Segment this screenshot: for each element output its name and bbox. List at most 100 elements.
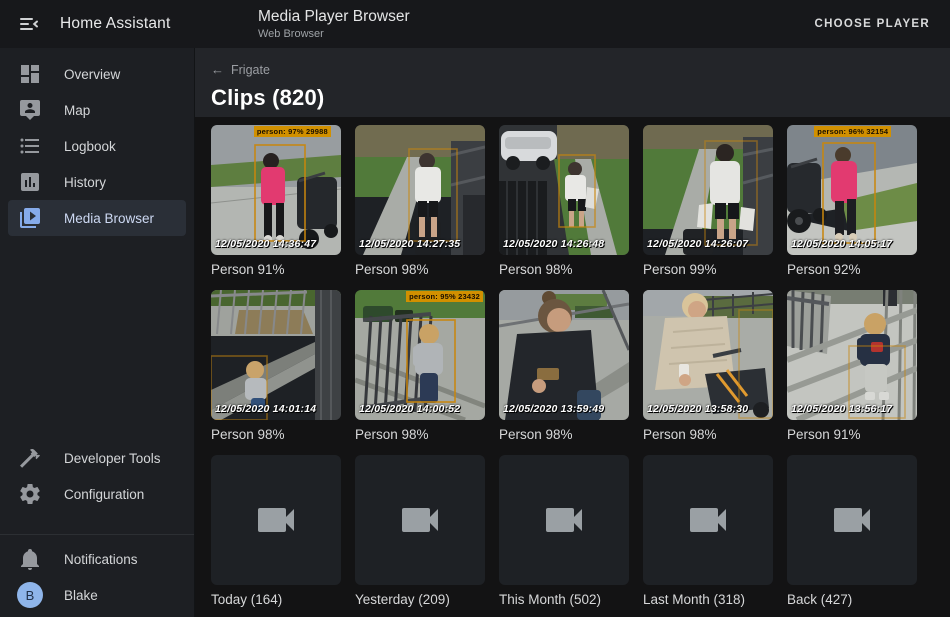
hammer-icon bbox=[18, 446, 42, 470]
clip-timestamp-overlay: 12/05/2020 14:26:48 bbox=[503, 238, 604, 250]
folder-thumbnail[interactable] bbox=[211, 455, 341, 585]
clip-caption: Person 91% bbox=[211, 262, 341, 277]
folder-thumbnail[interactable] bbox=[499, 455, 629, 585]
video-camera-icon bbox=[396, 496, 444, 544]
clip-scene-image bbox=[211, 125, 341, 255]
clip-caption: Person 91% bbox=[787, 427, 917, 442]
clip-thumbnail[interactable]: 12/05/2020 13:56:17 bbox=[787, 290, 917, 420]
clip-tile[interactable]: person: 97% 29988 12/05/2020 14:36:47 Pe… bbox=[211, 125, 341, 277]
video-camera-icon bbox=[540, 496, 588, 544]
clip-tile[interactable]: 12/05/2020 14:01:14 Person 98% bbox=[211, 290, 341, 442]
sidebar-item-media-browser[interactable]: Media Browser bbox=[8, 200, 186, 236]
chart-icon bbox=[18, 170, 42, 194]
clip-timestamp-overlay: 12/05/2020 14:01:14 bbox=[215, 403, 316, 415]
clip-scene-image bbox=[355, 290, 485, 420]
user-name: Blake bbox=[64, 588, 98, 603]
sidebar-item-notifications[interactable]: Notifications bbox=[8, 541, 186, 577]
clip-thumbnail[interactable]: 12/05/2020 14:27:35 bbox=[355, 125, 485, 255]
clip-scene-image bbox=[643, 290, 773, 420]
folder-tile[interactable]: Back (427) bbox=[787, 455, 917, 607]
sidebar-item-map[interactable]: Map bbox=[8, 92, 186, 128]
page-title: Media Player Browser bbox=[258, 8, 410, 26]
page-title-block: Media Player Browser Web Browser bbox=[258, 8, 410, 40]
clip-tile[interactable]: person: 96% 32154 12/05/2020 14:05:17 Pe… bbox=[787, 125, 917, 277]
back-arrow-icon: ← bbox=[211, 62, 224, 77]
folder-tile[interactable]: Last Month (318) bbox=[643, 455, 773, 607]
sidebar-item-logbook[interactable]: Logbook bbox=[8, 128, 186, 164]
clip-tile[interactable]: 12/05/2020 13:56:17 Person 91% bbox=[787, 290, 917, 442]
clip-timestamp-overlay: 12/05/2020 14:36:47 bbox=[215, 238, 316, 250]
sidebar: Overview Map Logbook History Media Brows… bbox=[0, 48, 195, 617]
clip-scene-image bbox=[355, 125, 485, 255]
clip-tile[interactable]: person: 95% 23432 12/05/2020 14:00:52 Pe… bbox=[355, 290, 485, 442]
clip-caption: Person 99% bbox=[643, 262, 773, 277]
sidebar-item-label: Map bbox=[64, 103, 90, 118]
clip-tile[interactable]: 12/05/2020 14:26:07 Person 99% bbox=[643, 125, 773, 277]
page-subtitle: Web Browser bbox=[258, 28, 410, 41]
app-bar: Home Assistant Media Player Browser Web … bbox=[0, 0, 950, 48]
sidebar-item-developer-tools[interactable]: Developer Tools bbox=[8, 440, 186, 476]
clip-caption: Person 98% bbox=[355, 427, 485, 442]
clip-thumbnail[interactable]: 12/05/2020 13:58:30 bbox=[643, 290, 773, 420]
clip-caption: Person 98% bbox=[643, 427, 773, 442]
folder-caption: Back (427) bbox=[787, 592, 917, 607]
clip-timestamp-overlay: 12/05/2020 14:00:52 bbox=[359, 403, 460, 415]
play-box-multiple-icon bbox=[18, 206, 42, 230]
clip-tile[interactable]: 12/05/2020 14:27:35 Person 98% bbox=[355, 125, 485, 277]
clip-thumbnail[interactable]: 12/05/2020 14:26:07 bbox=[643, 125, 773, 255]
choose-player-button[interactable]: CHOOSE PLAYER bbox=[808, 10, 936, 38]
sidebar-item-label: Overview bbox=[64, 67, 120, 82]
clip-thumbnail[interactable]: person: 95% 23432 12/05/2020 14:00:52 bbox=[355, 290, 485, 420]
sidebar-item-label: Configuration bbox=[64, 487, 144, 502]
clip-thumbnail[interactable]: 12/05/2020 14:26:48 bbox=[499, 125, 629, 255]
clip-timestamp-overlay: 12/05/2020 13:58:30 bbox=[647, 403, 748, 415]
detection-label: person: 96% 32154 bbox=[814, 126, 891, 137]
clip-scene-image bbox=[211, 290, 341, 420]
folder-thumbnail[interactable] bbox=[355, 455, 485, 585]
sidebar-item-configuration[interactable]: Configuration bbox=[8, 476, 186, 512]
clip-tile[interactable]: 12/05/2020 13:58:30 Person 98% bbox=[643, 290, 773, 442]
folder-thumbnail[interactable] bbox=[787, 455, 917, 585]
sidebar-item-overview[interactable]: Overview bbox=[8, 56, 186, 92]
clip-scene-image bbox=[499, 125, 629, 255]
clip-tile[interactable]: 12/05/2020 13:59:49 Person 98% bbox=[499, 290, 629, 442]
app-window: Home Assistant Media Player Browser Web … bbox=[0, 0, 950, 617]
breadcrumb-label: Frigate bbox=[231, 63, 270, 77]
sidebar-item-history[interactable]: History bbox=[8, 164, 186, 200]
clip-timestamp-overlay: 12/05/2020 14:05:17 bbox=[791, 238, 892, 250]
video-camera-icon bbox=[684, 496, 732, 544]
clip-thumbnail[interactable]: 12/05/2020 13:59:49 bbox=[499, 290, 629, 420]
clip-thumbnail[interactable]: person: 96% 32154 12/05/2020 14:05:17 bbox=[787, 125, 917, 255]
folder-tile[interactable]: Yesterday (209) bbox=[355, 455, 485, 607]
avatar: B bbox=[17, 582, 43, 608]
sidebar-header: Home Assistant bbox=[0, 12, 195, 36]
clip-scene-image bbox=[787, 290, 917, 420]
clip-scene-image bbox=[643, 125, 773, 255]
folder-tile[interactable]: This Month (502) bbox=[499, 455, 629, 607]
clip-caption: Person 98% bbox=[499, 427, 629, 442]
video-camera-icon bbox=[828, 496, 876, 544]
folder-caption: Today (164) bbox=[211, 592, 341, 607]
sidebar-divider bbox=[0, 534, 194, 535]
sidebar-item-user[interactable]: B Blake bbox=[8, 577, 186, 613]
clip-thumbnail[interactable]: person: 97% 29988 12/05/2020 14:36:47 bbox=[211, 125, 341, 255]
clip-thumbnail[interactable]: 12/05/2020 14:01:14 bbox=[211, 290, 341, 420]
clip-scene-image bbox=[499, 290, 629, 420]
bell-icon bbox=[18, 547, 42, 571]
gear-icon bbox=[18, 482, 42, 506]
clip-caption: Person 98% bbox=[499, 262, 629, 277]
sidebar-toggle-icon[interactable] bbox=[17, 12, 41, 36]
detection-label: person: 95% 23432 bbox=[406, 291, 483, 302]
account-location-icon bbox=[18, 98, 42, 122]
content-header: ← Frigate Clips (820) bbox=[195, 48, 950, 117]
clip-scene-image bbox=[787, 125, 917, 255]
app-title: Home Assistant bbox=[60, 15, 170, 33]
folder-tile[interactable]: Today (164) bbox=[211, 455, 341, 607]
breadcrumb-back[interactable]: ← Frigate bbox=[211, 62, 270, 77]
sidebar-item-label: Media Browser bbox=[64, 211, 154, 226]
folder-thumbnail[interactable] bbox=[643, 455, 773, 585]
page-heading: Clips (820) bbox=[211, 85, 950, 111]
clip-tile[interactable]: 12/05/2020 14:26:48 Person 98% bbox=[499, 125, 629, 277]
clip-caption: Person 98% bbox=[211, 427, 341, 442]
main-content: ← Frigate Clips (820) person: 97% 29988 … bbox=[195, 48, 950, 617]
